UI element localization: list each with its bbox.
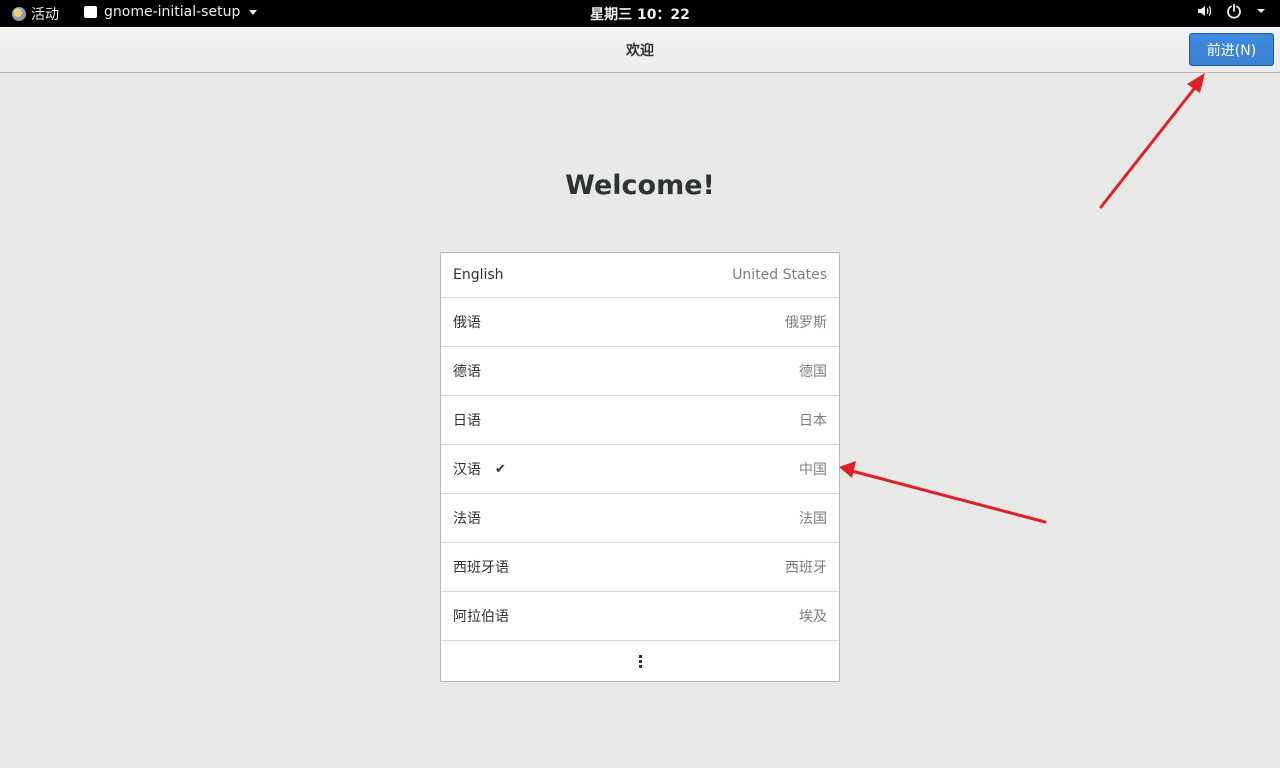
language-name: 日语: [453, 413, 481, 429]
top-bar: 活动 gnome-initial-setup 星期三 10：22: [0, 0, 1280, 27]
clock-label[interactable]: 星期三 10：22: [590, 7, 690, 23]
language-row-spanish[interactable]: 西班牙语 西班牙: [441, 543, 839, 592]
language-row-russian[interactable]: 俄语 俄罗斯: [441, 298, 839, 347]
power-icon: [1226, 3, 1242, 19]
system-status-menu[interactable]: [1196, 3, 1266, 19]
language-region: 法国: [799, 511, 827, 527]
language-row-japanese[interactable]: 日语 日本: [441, 396, 839, 445]
volume-icon: [1196, 3, 1212, 19]
language-region: 日本: [799, 413, 827, 429]
language-name: 法语: [453, 511, 481, 527]
page-title: 欢迎: [626, 43, 654, 59]
annotation-arrow-chinese: [839, 461, 1047, 524]
language-row-french[interactable]: 法语 法国: [441, 494, 839, 543]
language-region: United States: [732, 267, 827, 283]
language-name: 德语: [453, 364, 481, 380]
language-region: 中国: [799, 462, 827, 478]
language-name: English: [453, 267, 504, 283]
welcome-heading: Welcome!: [565, 170, 715, 201]
language-row-arabic[interactable]: 阿拉伯语 埃及: [441, 592, 839, 641]
language-region: 俄罗斯: [785, 315, 827, 331]
chevron-down-icon: [1256, 7, 1266, 15]
language-row-english[interactable]: English United States: [441, 253, 839, 298]
language-region: 德国: [799, 364, 827, 380]
header-bar: 欢迎 前进(N): [0, 27, 1280, 73]
language-name: 阿拉伯语: [453, 609, 509, 625]
more-vertical-icon: [638, 654, 642, 668]
checkmark-icon: ✔: [495, 461, 506, 477]
more-languages-button[interactable]: [441, 641, 839, 681]
next-button[interactable]: 前进(N): [1189, 33, 1274, 66]
clock: 星期三 10：22: [0, 4, 1280, 24]
language-row-chinese[interactable]: 汉语 ✔ 中国: [441, 445, 839, 494]
language-name: 俄语: [453, 315, 481, 331]
language-region: 西班牙: [785, 560, 827, 576]
language-list: English United States 俄语 俄罗斯 德语 德国 日语 日本…: [440, 252, 840, 682]
language-name: 汉语: [453, 462, 481, 478]
language-region: 埃及: [799, 609, 827, 625]
language-name: 西班牙语: [453, 560, 509, 576]
language-row-german[interactable]: 德语 德国: [441, 347, 839, 396]
